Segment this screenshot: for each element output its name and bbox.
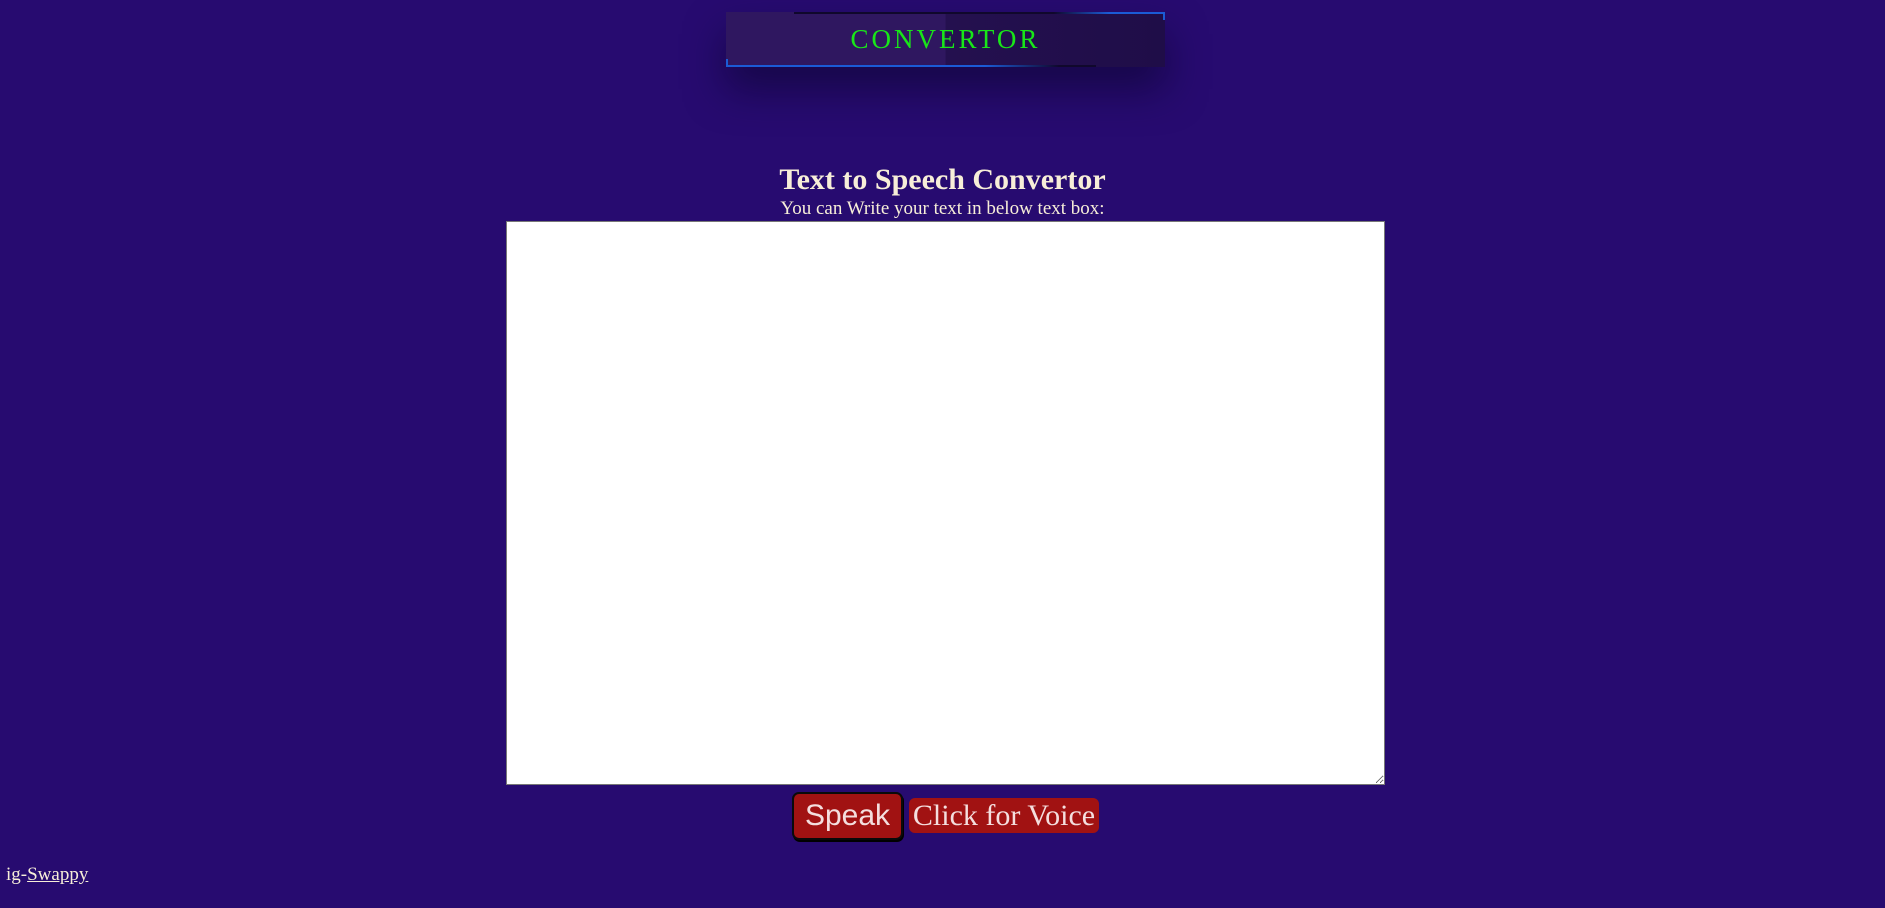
instructions-text: You can Write your text in below text bo… — [780, 198, 1105, 219]
page: CONVERTOR Text to Speech Convertor You c… — [0, 0, 1885, 908]
brand-border-top — [794, 12, 1165, 14]
brand-box: CONVERTOR — [726, 12, 1165, 67]
brand-border-right — [1163, 12, 1165, 20]
page-title: Text to Speech Convertor — [779, 163, 1106, 196]
text-input[interactable] — [506, 221, 1385, 785]
brand-border-left — [726, 59, 728, 67]
brand-title: CONVERTOR — [850, 24, 1041, 54]
swappy-link[interactable]: Swappy — [27, 864, 88, 885]
footer-credit: ig-Swappy — [6, 864, 88, 886]
brand-border-bottom — [726, 65, 1096, 67]
footer-prefix: ig- — [6, 864, 28, 885]
voice-button[interactable]: Click for Voice — [909, 798, 1099, 833]
speak-button[interactable]: Speak — [792, 792, 903, 840]
